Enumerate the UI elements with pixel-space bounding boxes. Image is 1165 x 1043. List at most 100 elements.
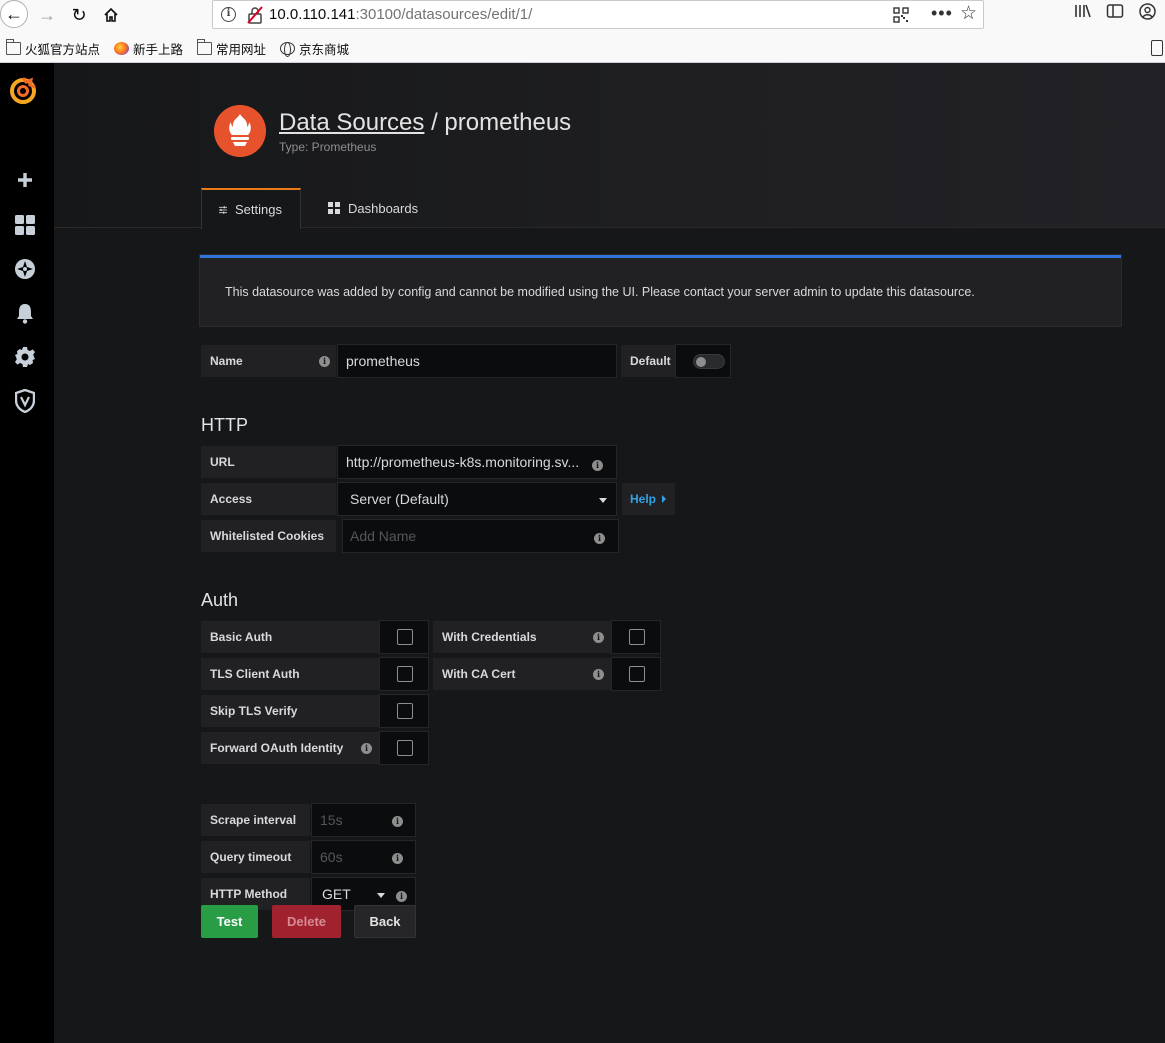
http-method-value: GET	[322, 886, 351, 902]
url-label: URL	[200, 445, 337, 479]
apps-icon[interactable]	[12, 212, 38, 238]
back-arrow-icon[interactable]: ←	[0, 0, 28, 28]
delete-button[interactable]: Delete	[272, 905, 341, 938]
url-input[interactable]: http://prometheus-k8s.monitoring.sv...	[337, 445, 617, 479]
default-toggle[interactable]	[675, 344, 731, 378]
forward-oauth-text: Forward OAuth Identity	[210, 741, 344, 755]
page-title: Data Sources / prometheus	[279, 109, 571, 137]
info-icon[interactable]: i	[593, 669, 604, 680]
tab-settings[interactable]: Settings	[201, 188, 301, 229]
chevron-down-icon	[377, 893, 385, 898]
bookmark-item[interactable]: 新手上路	[114, 39, 183, 58]
forward-oauth-checkbox[interactable]	[397, 740, 413, 756]
cookies-input[interactable]: Add Name	[342, 519, 619, 553]
query-timeout-label: Query timeout	[200, 840, 311, 874]
caret-right-icon	[662, 495, 667, 503]
forward-arrow-icon[interactable]: →	[34, 2, 60, 28]
bookmark-item[interactable]: 京东商城	[280, 39, 349, 58]
with-ca-cert-text: With CA Cert	[442, 667, 516, 681]
cookies-label: Whitelisted Cookies	[200, 519, 337, 553]
auth-section-title: Auth	[201, 590, 239, 610]
name-input[interactable]: prometheus	[337, 344, 617, 378]
info-icon[interactable]: i	[592, 460, 603, 471]
with-credentials-checkbox[interactable]	[629, 629, 645, 645]
sliders-icon	[219, 205, 228, 214]
info-icon[interactable]: i	[396, 891, 407, 902]
skip-tls-verify-checkbox[interactable]	[397, 703, 413, 719]
with-ca-cert-checkbox[interactable]	[629, 666, 645, 682]
plus-icon[interactable]	[12, 167, 38, 193]
help-label: Help	[630, 492, 657, 506]
name-label: Name i	[200, 344, 337, 378]
bookmark-label: 常用网址	[216, 42, 267, 57]
shield-icon[interactable]	[12, 388, 38, 414]
sidebar-toggle-icon[interactable]	[1106, 3, 1124, 24]
bookmarks-bar: 火狐官方站点 新手上路 常用网址 京东商城	[0, 36, 357, 60]
folder-icon	[6, 38, 21, 55]
skip-tls-verify-checkbox-cell[interactable]	[379, 694, 429, 728]
home-icon[interactable]	[98, 2, 124, 28]
bookmark-item[interactable]: 常用网址	[197, 38, 267, 58]
access-label: Access	[200, 482, 337, 516]
with-credentials-checkbox-cell[interactable]	[611, 620, 661, 654]
main-content: Data Sources / prometheus Type: Promethe…	[54, 63, 1165, 1043]
grafana-sidemenu	[0, 63, 54, 1043]
name-label-text: Name	[210, 354, 243, 368]
tab-dashboards[interactable]: Dashboards	[311, 189, 436, 227]
folder-icon	[197, 38, 213, 55]
basic-auth-checkbox-cell[interactable]	[379, 620, 429, 654]
breadcrumb-separator: /	[424, 109, 445, 136]
forward-oauth-checkbox-cell[interactable]	[379, 731, 429, 765]
datasource-name-title: prometheus	[444, 109, 572, 136]
reload-icon[interactable]: ↻	[66, 2, 92, 28]
with-credentials-text: With Credentials	[442, 630, 537, 644]
with-credentials-label: With Credentials i	[432, 620, 612, 654]
tab-label: Dashboards	[348, 200, 419, 216]
page-actions-icon[interactable]: •••	[931, 3, 953, 24]
basic-auth-checkbox[interactable]	[397, 629, 413, 645]
access-select[interactable]: Server (Default)	[337, 482, 617, 516]
skip-tls-verify-label: Skip TLS Verify	[200, 694, 380, 728]
toggle-track	[693, 354, 725, 369]
info-icon[interactable]: i	[361, 743, 372, 754]
library-icon[interactable]	[1074, 3, 1092, 24]
back-button[interactable]: Back	[354, 905, 416, 938]
mobile-bookmarks-icon[interactable]	[1151, 40, 1163, 56]
info-icon[interactable]: i	[593, 632, 604, 643]
http-section-title: HTTP	[201, 415, 248, 435]
site-info-icon[interactable]: i	[221, 7, 236, 22]
account-icon[interactable]	[1139, 3, 1156, 25]
url-text[interactable]: 10.0.110.141:30100/datasources/edit/1/	[269, 6, 532, 23]
address-bar[interactable]: i 10.0.110.141:30100/datasources/edit/1/…	[212, 0, 984, 29]
grafana-logo-icon[interactable]	[8, 75, 38, 105]
basic-auth-label: Basic Auth	[200, 620, 380, 654]
breadcrumb-link-datasources[interactable]: Data Sources	[279, 109, 424, 136]
info-icon[interactable]: i	[594, 533, 605, 544]
bell-icon[interactable]	[12, 300, 38, 326]
info-icon[interactable]: i	[392, 853, 403, 864]
bookmark-label: 京东商城	[299, 42, 350, 57]
help-button[interactable]: Help	[621, 482, 676, 516]
tls-client-auth-checkbox[interactable]	[397, 666, 413, 682]
info-icon[interactable]: i	[392, 816, 403, 827]
bookmark-item[interactable]: 火狐官方站点	[6, 38, 101, 58]
chevron-down-icon	[599, 498, 607, 503]
bookmark-star-icon[interactable]: ☆	[960, 2, 977, 25]
apps-icon	[328, 202, 340, 214]
gear-icon[interactable]	[12, 344, 38, 370]
compass-icon[interactable]	[12, 256, 38, 282]
qr-code-icon[interactable]	[893, 7, 909, 23]
page-subtitle: Type: Prometheus	[279, 140, 377, 154]
bookmark-label: 火狐官方站点	[25, 42, 101, 57]
firefox-icon	[114, 41, 130, 55]
prometheus-logo-icon	[214, 105, 266, 157]
tls-client-auth-label: TLS Client Auth	[200, 657, 380, 691]
info-icon[interactable]: i	[319, 356, 330, 367]
insecure-lock-icon[interactable]	[247, 6, 263, 24]
with-ca-cert-checkbox-cell[interactable]	[611, 657, 661, 691]
toggle-knob	[696, 357, 706, 367]
access-select-value: Server (Default)	[350, 491, 449, 507]
tls-client-auth-checkbox-cell[interactable]	[379, 657, 429, 691]
bookmark-label: 新手上路	[133, 42, 184, 57]
test-button[interactable]: Test	[201, 905, 258, 938]
